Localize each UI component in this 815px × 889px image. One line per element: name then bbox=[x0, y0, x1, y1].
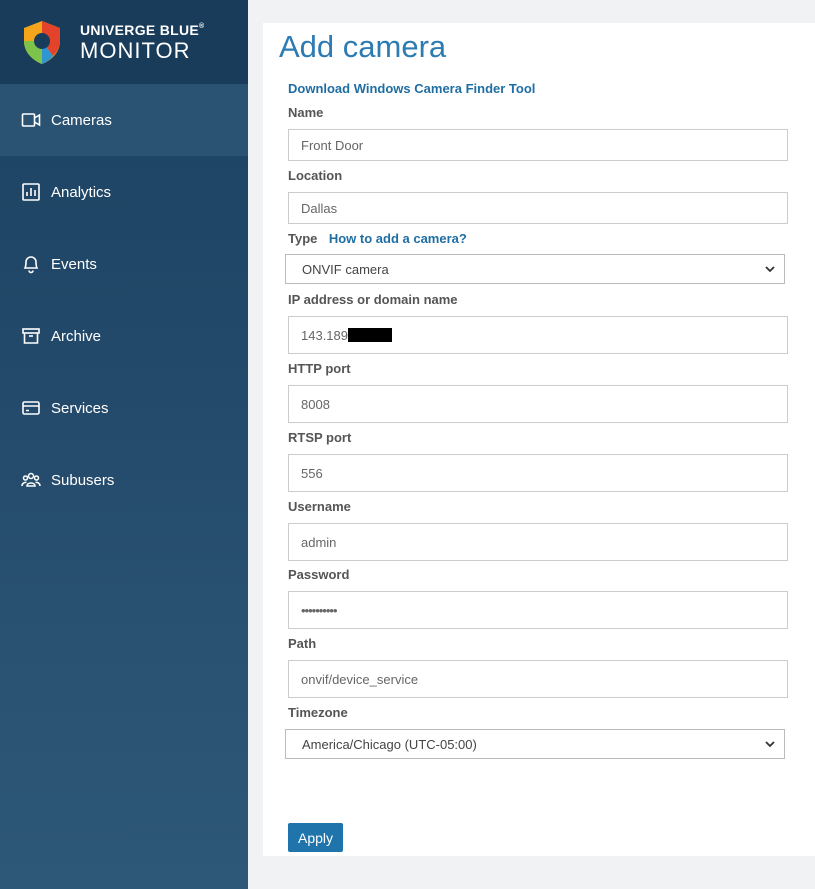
sidebar-item-label: Archive bbox=[51, 327, 102, 345]
sidebar-item-cameras[interactable]: Cameras bbox=[0, 84, 248, 156]
timezone-value: America/Chicago (UTC-05:00) bbox=[302, 736, 477, 752]
shield-logo-icon bbox=[24, 21, 60, 64]
sidebar-item-label: Events bbox=[51, 255, 97, 273]
archive-icon bbox=[20, 325, 42, 347]
sidebar-item-subusers[interactable]: Subusers bbox=[0, 444, 248, 516]
location-input[interactable]: Dallas bbox=[288, 192, 788, 224]
brand-logo[interactable]: UNIVERGE BLUE® MONITOR bbox=[0, 0, 248, 84]
type-label: Type bbox=[288, 231, 318, 246]
type-select[interactable]: ONVIF camera bbox=[285, 254, 785, 284]
sidebar-item-label: Services bbox=[51, 399, 109, 417]
sidebar-item-services[interactable]: Services bbox=[0, 372, 248, 444]
brand-bottom: MONITOR bbox=[80, 37, 191, 63]
bar-chart-icon bbox=[20, 181, 42, 203]
users-icon bbox=[20, 469, 42, 491]
chevron-down-icon bbox=[765, 741, 775, 748]
path-value: onvif/device_service bbox=[301, 671, 419, 687]
location-value: Dallas bbox=[301, 200, 338, 216]
timezone-label: Timezone bbox=[288, 705, 348, 720]
brand-top: UNIVERGE BLUE bbox=[80, 21, 200, 38]
username-input[interactable]: admin bbox=[288, 523, 788, 561]
camera-icon bbox=[20, 109, 42, 131]
sidebar-nav: Cameras Analytics Events Archive Service… bbox=[0, 84, 248, 516]
location-label: Location bbox=[288, 168, 343, 183]
redaction-block bbox=[348, 328, 392, 342]
sidebar-item-events[interactable]: Events bbox=[0, 228, 248, 300]
sidebar-item-label: Subusers bbox=[51, 471, 115, 489]
sidebar-item-archive[interactable]: Archive bbox=[0, 300, 248, 372]
rtsp-port-value: 556 bbox=[301, 465, 323, 481]
how-to-add-camera-link[interactable]: How to add a camera? bbox=[329, 231, 467, 246]
bell-icon bbox=[20, 253, 42, 275]
path-label: Path bbox=[288, 636, 317, 651]
sidebar-item-analytics[interactable]: Analytics bbox=[0, 156, 248, 228]
sidebar-item-label: Cameras bbox=[51, 111, 112, 129]
path-input[interactable]: onvif/device_service bbox=[288, 660, 788, 698]
card-icon bbox=[20, 397, 42, 419]
http-port-value: 8008 bbox=[301, 396, 330, 412]
username-label: Username bbox=[288, 499, 351, 514]
brand-registered: ® bbox=[199, 22, 205, 30]
password-label: Password bbox=[288, 567, 350, 582]
main-panel: Add camera Download Windows Camera Finde… bbox=[263, 23, 815, 856]
camera-finder-download-link[interactable]: Download Windows Camera Finder Tool bbox=[288, 81, 535, 96]
name-label: Name bbox=[288, 105, 324, 120]
sidebar-item-label: Analytics bbox=[51, 183, 112, 201]
apply-button[interactable]: Apply bbox=[288, 823, 343, 852]
page-title: Add camera bbox=[279, 29, 447, 64]
type-value: ONVIF camera bbox=[302, 261, 389, 277]
rtsp-port-input[interactable]: 556 bbox=[288, 454, 788, 492]
name-value: Front Door bbox=[301, 137, 364, 153]
chevron-down-icon bbox=[765, 266, 775, 273]
rtsp-port-label: RTSP port bbox=[288, 430, 352, 445]
name-input[interactable]: Front Door bbox=[288, 129, 788, 161]
ip-label: IP address or domain name bbox=[288, 292, 458, 307]
timezone-select[interactable]: America/Chicago (UTC-05:00) bbox=[285, 729, 785, 759]
sidebar: UNIVERGE BLUE® MONITOR Cameras Analytics… bbox=[0, 0, 248, 889]
password-input[interactable]: •••••••••• bbox=[288, 591, 788, 629]
http-port-label: HTTP port bbox=[288, 361, 351, 376]
type-row: Type How to add a camera? bbox=[288, 230, 467, 248]
ip-value: 143.189 bbox=[301, 327, 348, 343]
ip-input[interactable]: 143.189 bbox=[288, 316, 788, 354]
username-value: admin bbox=[301, 534, 337, 550]
password-value: •••••••••• bbox=[301, 602, 338, 618]
http-port-input[interactable]: 8008 bbox=[288, 385, 788, 423]
